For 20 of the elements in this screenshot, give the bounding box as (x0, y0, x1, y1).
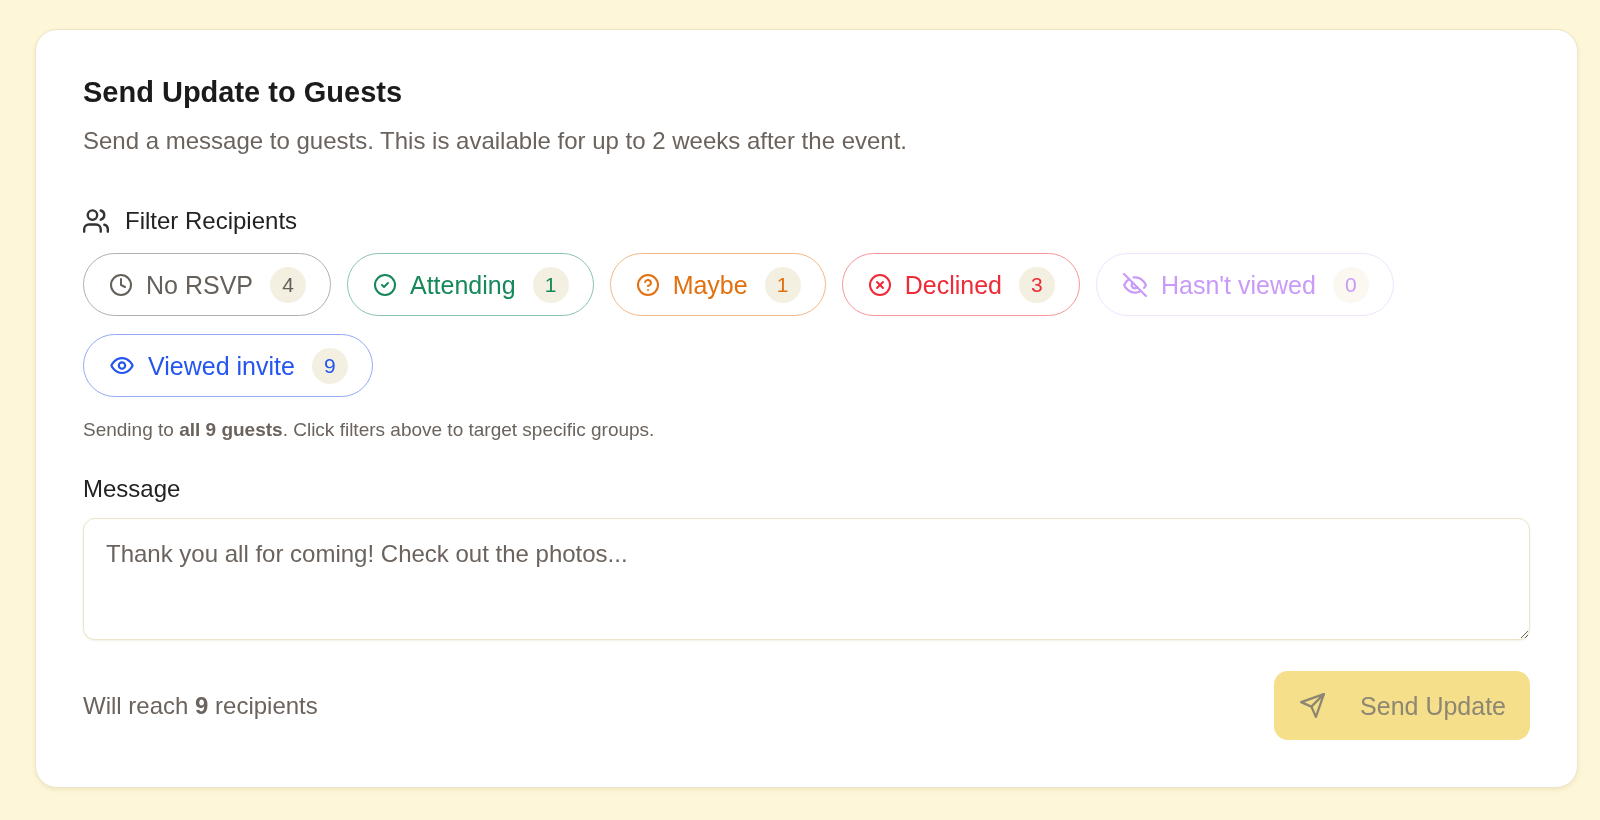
filter-chip[interactable]: Viewed invite 9 (83, 334, 373, 397)
filter-chip[interactable]: Declined 3 (841, 253, 1080, 316)
message-field[interactable]: Thank you all for coming! Check out the photos... (83, 518, 1530, 640)
filter-chip[interactable]: Attending 1 (347, 253, 594, 316)
send-icon (1300, 693, 1326, 718)
guest-count: 3 (1018, 266, 1055, 303)
card-description: Send a message to guests. This is available for up to 2 weeks after the event. (83, 126, 909, 156)
users-icon (83, 209, 109, 233)
filter-chip[interactable]: Maybe 1 (609, 253, 826, 316)
recipients-count-text: Will reach 9 recipients (83, 690, 318, 721)
guest-count: 1 (764, 266, 801, 303)
filter-chip[interactable]: No RSVP 4 (83, 253, 331, 316)
guest-count: 1 (532, 266, 569, 303)
guest-count: 4 (270, 266, 306, 303)
guest-count: 9 (311, 347, 348, 384)
section-label: Filter Recipients (125, 206, 298, 236)
card-title: Send Update to Guests (83, 75, 404, 110)
guest-count: 0 (1332, 266, 1369, 303)
recipients-hint: Sending to all 9 guests. Click filters above to target specific groups. (83, 418, 656, 442)
message-label: Message (83, 474, 182, 504)
